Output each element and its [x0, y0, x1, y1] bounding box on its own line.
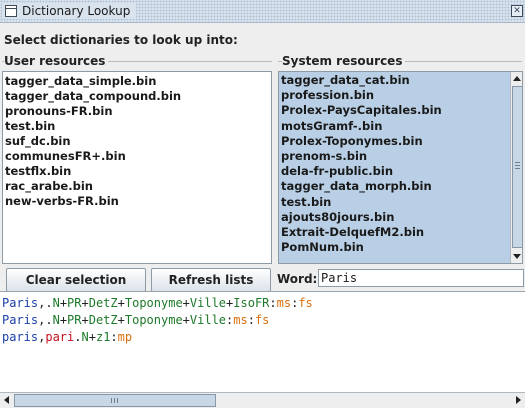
result-token: z1: [95, 330, 111, 344]
title-chip: Dictionary Lookup: [2, 3, 137, 19]
user-resource-item[interactable]: rac_arabe.bin: [3, 179, 271, 194]
result-token: fs: [298, 296, 313, 310]
user-resource-item[interactable]: suf_dc.bin: [3, 134, 271, 149]
close-icon[interactable]: ✕: [511, 5, 523, 17]
system-resource-item[interactable]: dela-fr-public.bin: [279, 164, 508, 179]
result-token: DetZ: [88, 296, 118, 310]
result-token: IsoFR: [233, 296, 270, 310]
system-resource-item[interactable]: motsGramf-.bin: [279, 119, 508, 134]
result-token: Paris: [2, 296, 39, 310]
scroll-left-icon[interactable]: [4, 396, 9, 404]
result-token: Paris: [2, 313, 39, 327]
result-token: PR: [67, 313, 82, 327]
user-resource-item[interactable]: communesFR+.bin: [3, 149, 271, 164]
refresh-lists-button[interactable]: Refresh lists: [151, 268, 271, 292]
result-token: mp: [117, 330, 133, 344]
scroll-thumb[interactable]: [512, 86, 522, 248]
user-resource-item[interactable]: test.bin: [3, 119, 271, 134]
system-resources-label: System resources: [282, 54, 406, 68]
lookup-results[interactable]: Paris,.N+PR+DetZ+Toponyme+Ville+IsoFR:ms…: [0, 291, 525, 393]
result-line[interactable]: paris,pari.N+z1:mp: [2, 330, 132, 344]
result-token: Ville: [189, 296, 227, 310]
system-resource-item[interactable]: PomNum.bin: [279, 240, 508, 255]
user-resource-item[interactable]: tagger_data_simple.bin: [3, 74, 271, 89]
instructions-heading: Select dictionaries to look up into:: [4, 33, 238, 47]
user-resources-list[interactable]: tagger_data_simple.bin tagger_data_compou…: [2, 71, 272, 264]
title-bar[interactable]: Dictionary Lookup ✕: [0, 0, 525, 23]
result-token: PR: [67, 296, 82, 310]
result-token: +: [117, 313, 125, 327]
system-list-scrollbar[interactable]: [510, 72, 522, 263]
result-token: N: [81, 330, 89, 344]
result-token: ,.: [38, 313, 53, 327]
result-token: Toponyme: [124, 296, 183, 310]
result-line[interactable]: Paris,.N+PR+DetZ+Toponyme+Ville+IsoFR:ms…: [2, 296, 313, 310]
system-resource-item[interactable]: ajouts80jours.bin: [279, 210, 508, 225]
result-token: ms: [276, 296, 292, 310]
dictionary-lookup-window: Dictionary Lookup ✕ Select dictionaries …: [0, 0, 525, 408]
scroll-up-icon[interactable]: [513, 76, 521, 81]
result-token: +: [88, 330, 96, 344]
result-token: +: [59, 313, 68, 327]
result-token: +: [182, 296, 190, 310]
scroll-right-icon[interactable]: [516, 396, 521, 404]
system-resource-item[interactable]: tagger_data_cat.bin: [279, 73, 508, 88]
user-resource-item[interactable]: pronouns-FR.bin: [3, 104, 271, 119]
system-resources-list[interactable]: tagger_data_cat.bin profession.bin Prolex-…: [278, 71, 523, 264]
system-resource-item[interactable]: Prolex-PaysCapitales.bin: [279, 103, 508, 118]
result-token: .: [74, 330, 82, 344]
result-token: ,.: [38, 296, 53, 310]
result-token: N: [52, 313, 60, 327]
window-title: Dictionary Lookup: [22, 4, 131, 18]
clear-selection-button[interactable]: Clear selection: [6, 268, 146, 292]
result-token: paris: [2, 330, 39, 344]
system-resource-item[interactable]: Prolex-Toponymes.bin: [279, 134, 508, 149]
system-resource-item[interactable]: Extrait-DelquefM2.bin: [279, 225, 508, 240]
system-resource-item[interactable]: test.bin: [279, 195, 508, 210]
result-token: +: [59, 296, 68, 310]
word-input[interactable]: [318, 269, 524, 287]
result-line[interactable]: Paris,.N+PR+DetZ+Toponyme+Ville:ms:fs: [2, 313, 269, 327]
result-token: :: [110, 330, 118, 344]
result-token: DetZ: [88, 313, 118, 327]
result-token: :: [269, 296, 277, 310]
result-token: N: [52, 296, 60, 310]
system-resource-item[interactable]: prenom-s.bin: [279, 149, 508, 164]
result-token: pari: [45, 330, 75, 344]
result-token: fs: [254, 313, 270, 327]
user-resource-item[interactable]: testflx.bin: [3, 164, 271, 179]
results-horizontal-scrollbar[interactable]: [0, 392, 525, 408]
window-icon: [5, 5, 17, 17]
result-token: ms: [233, 313, 248, 327]
result-token: +: [117, 296, 125, 310]
result-token: +: [81, 296, 89, 310]
result-token: +: [81, 313, 89, 327]
user-resource-item[interactable]: tagger_data_compound.bin: [3, 89, 271, 104]
word-label: Word:: [277, 272, 318, 286]
result-token: Toponyme: [124, 313, 183, 327]
scroll-down-icon[interactable]: [513, 254, 521, 259]
system-resource-item[interactable]: profession.bin: [279, 88, 508, 103]
system-resource-item[interactable]: tagger_data_morph.bin: [279, 179, 508, 194]
user-resources-label: User resources: [4, 54, 109, 68]
result-token: +: [182, 313, 190, 327]
horizontal-scroll-thumb[interactable]: [14, 394, 216, 407]
result-token: Ville: [189, 313, 227, 327]
user-resource-item[interactable]: new-verbs-FR.bin: [3, 194, 271, 209]
result-token: :: [247, 313, 255, 327]
